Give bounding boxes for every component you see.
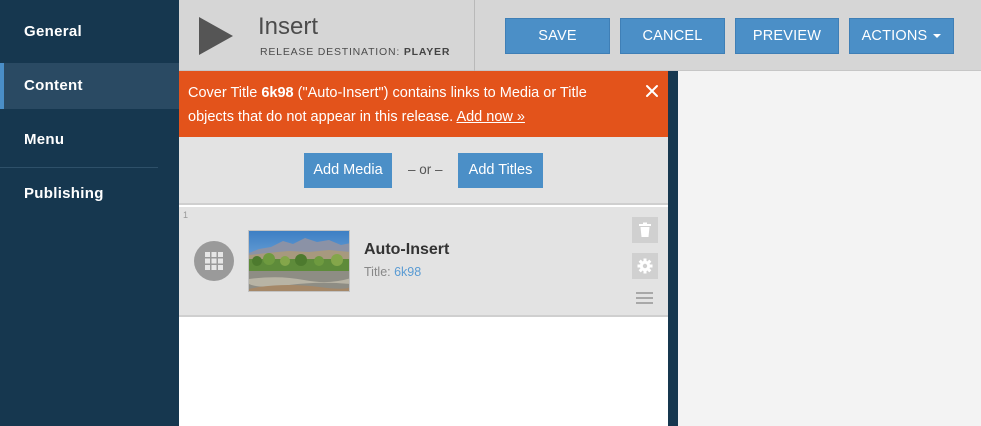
header-separator — [474, 0, 475, 71]
row-sub-label: Title: — [364, 265, 391, 279]
preview-area — [678, 71, 981, 426]
play-icon — [199, 17, 233, 55]
close-icon[interactable] — [644, 83, 660, 99]
grid-icon — [194, 241, 234, 281]
drag-handle-icon[interactable] — [636, 291, 653, 305]
gear-icon — [637, 258, 653, 274]
settings-button[interactable] — [632, 253, 658, 279]
list-item[interactable]: 1 Auto-Insert Title: 6k98 — [179, 207, 668, 317]
content-panel: Cover Title 6k98 ("Auto-Insert") contain… — [179, 71, 668, 426]
sidebar: General Content Menu Publishing — [0, 0, 179, 426]
actions-label: ACTIONS — [861, 28, 928, 44]
release-destination-value: PLAYER — [403, 46, 451, 58]
add-bar: Add Media – or – Add Titles — [179, 137, 668, 205]
row-index: 1 — [183, 210, 189, 220]
trash-icon — [639, 222, 651, 237]
row-subtitle: Title: 6k98 — [364, 265, 421, 279]
caret-down-icon — [933, 34, 942, 39]
sidebar-item-publishing[interactable]: Publishing — [0, 171, 179, 217]
cancel-button[interactable]: CANCEL — [620, 18, 725, 54]
page-header: Insert RELEASE DESTINATION: PLAYER SAVE … — [179, 0, 981, 71]
save-button[interactable]: SAVE — [505, 18, 610, 54]
add-titles-button[interactable]: Add Titles — [458, 153, 543, 188]
sidebar-item-content[interactable]: Content — [0, 63, 179, 109]
panel-divider — [668, 71, 678, 426]
release-destination: RELEASE DESTINATION: PLAYER — [260, 46, 450, 58]
alert-title-id: 6k98 — [261, 85, 294, 101]
warning-alert: Cover Title 6k98 ("Auto-Insert") contain… — [179, 71, 668, 137]
add-now-link[interactable]: Add now » — [456, 109, 525, 125]
release-destination-label: RELEASE DESTINATION: — [260, 46, 401, 58]
actions-button[interactable]: ACTIONS — [849, 18, 954, 54]
sidebar-item-menu[interactable]: Menu — [0, 117, 179, 163]
title-id-link[interactable]: 6k98 — [394, 265, 421, 279]
alert-prefix: Cover Title — [188, 85, 258, 101]
thumbnail-image — [248, 230, 350, 292]
or-separator: – or – — [408, 162, 443, 177]
add-media-button[interactable]: Add Media — [304, 153, 392, 188]
row-title: Auto-Insert — [364, 241, 450, 258]
delete-button[interactable] — [632, 217, 658, 243]
preview-button[interactable]: PREVIEW — [735, 18, 839, 54]
sidebar-item-general[interactable]: General — [0, 9, 179, 55]
page-title: Insert — [258, 13, 319, 40]
sidebar-divider — [0, 167, 158, 168]
